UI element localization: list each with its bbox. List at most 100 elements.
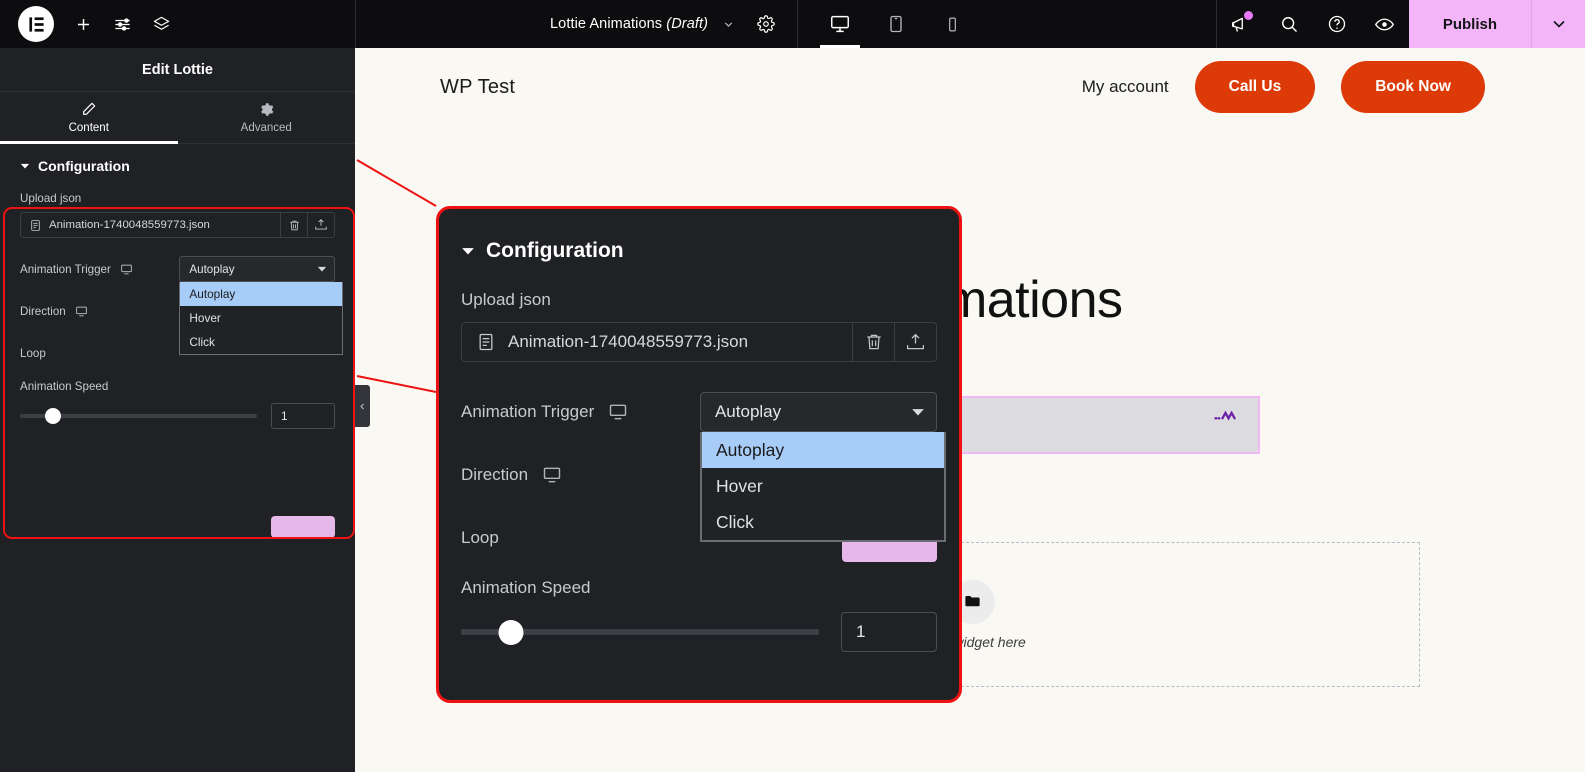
mag-delete-file-button[interactable] (852, 323, 894, 361)
elementor-left-panel: Edit Lottie Content Advanced Configurati… (0, 48, 355, 772)
top-bar-left-tools (0, 0, 355, 48)
site-nav: My account Call Us Book Now (1082, 61, 1485, 113)
slider-knob[interactable] (45, 408, 62, 424)
desktop-icon[interactable] (120, 263, 133, 276)
file-json-icon (476, 332, 496, 352)
option-hover[interactable]: Hover (180, 306, 342, 330)
document-status: (Draft) (666, 16, 709, 32)
mag-loop-label: Loop (461, 528, 499, 547)
mag-direction-label-text: Direction (461, 465, 529, 484)
magnified-configuration-panel: Configuration Upload json Animation-1740… (436, 206, 962, 703)
top-bar-divider (355, 0, 356, 48)
site-header: WP Test My account Call Us Book Now (355, 48, 1585, 126)
document-title-text: Lottie Animations (550, 16, 663, 32)
animation-trigger-label-text: Animation Trigger (20, 262, 111, 276)
gear-icon[interactable] (757, 15, 775, 33)
mag-file-name-text: Animation-1740048559773.json (508, 332, 749, 351)
mag-option-click[interactable]: Click (702, 504, 944, 540)
document-title[interactable]: Lottie Animations (Draft) (550, 16, 708, 32)
animation-trigger-select-wrap: Autoplay Autoplay Hover Click (179, 256, 344, 355)
direction-label-text: Direction (20, 304, 66, 318)
device-desktop-button[interactable] (812, 0, 868, 48)
mag-configuration-title: Configuration (486, 239, 624, 262)
mag-trigger-select-wrap: Autoplay Autoplay Hover Click (699, 392, 946, 542)
desktop-icon[interactable] (608, 402, 628, 422)
pencil-icon (81, 101, 97, 117)
publish-button[interactable]: Publish (1408, 0, 1531, 48)
animation-trigger-options: Autoplay Hover Click (179, 282, 344, 355)
publish-options-button[interactable] (1531, 0, 1585, 48)
mag-file-name-display: Animation-1740048559773.json (462, 323, 852, 361)
mag-animation-speed-control: 1 (461, 612, 937, 652)
option-click[interactable]: Click (180, 330, 342, 354)
layers-icon[interactable] (152, 15, 171, 34)
configuration-title: Configuration (38, 158, 130, 174)
search-icon[interactable] (1265, 0, 1313, 48)
mag-configuration-header[interactable]: Configuration (461, 239, 937, 263)
site-logo[interactable]: WP Test (440, 76, 515, 99)
mag-trigger-options: Autoplay Hover Click (699, 432, 946, 542)
megaphone-icon[interactable] (1217, 0, 1265, 48)
tab-content[interactable]: Content (0, 92, 178, 144)
tab-advanced[interactable]: Advanced (178, 92, 356, 143)
sliders-icon[interactable] (113, 15, 132, 34)
top-bar-right-tools: Publish (1217, 0, 1585, 48)
mag-animation-speed-value[interactable]: 1 (841, 612, 937, 652)
chevron-down-icon[interactable] (722, 18, 735, 31)
device-tablet-button[interactable] (868, 0, 924, 48)
animation-trigger-label: Animation Trigger (20, 263, 179, 276)
mag-upload-file-button[interactable] (894, 323, 936, 361)
configuration-section: Configuration Upload json Animation-1740… (0, 144, 355, 538)
delete-file-button[interactable] (280, 213, 307, 237)
upload-json-label: Upload json (20, 192, 82, 205)
mag-trigger-value: Autoplay (714, 402, 782, 421)
mag-animation-trigger-select[interactable]: Autoplay (699, 392, 937, 432)
file-name-display: Animation-1740048559773.json (21, 213, 280, 237)
mag-slider-knob[interactable] (498, 619, 524, 645)
caret-down-icon (911, 405, 925, 419)
upload-json-field[interactable]: Animation-1740048559773.json (20, 212, 335, 238)
mag-upload-json-field[interactable]: Animation-1740048559773.json (461, 322, 937, 362)
animation-speed-value[interactable]: 1 (271, 403, 335, 429)
question-circle-icon[interactable] (1313, 0, 1361, 48)
desktop-icon[interactable] (75, 305, 88, 318)
animation-speed-control: 1 (20, 403, 335, 429)
plus-icon[interactable] (74, 15, 93, 34)
mag-animation-speed-slider[interactable] (461, 619, 819, 645)
lottie-squiggle-icon (1214, 408, 1240, 424)
tab-advanced-label: Advanced (240, 121, 292, 134)
upload-file-button[interactable] (307, 213, 334, 237)
mag-animation-speed-label: Animation Speed (461, 578, 591, 597)
nav-link-my-account[interactable]: My account (1082, 77, 1169, 97)
call-us-button[interactable]: Call Us (1194, 61, 1316, 113)
mag-option-hover[interactable]: Hover (702, 468, 944, 504)
panel-collapse-handle[interactable] (355, 385, 370, 427)
elementor-logo-icon[interactable] (18, 6, 54, 42)
editor-top-bar: Lottie Animations (Draft) Publish (0, 0, 1585, 48)
document-title-area: Lottie Animations (Draft) (528, 0, 797, 48)
animation-trigger-value: Autoplay (189, 262, 235, 276)
panel-title: Edit Lottie (0, 48, 355, 92)
animation-trigger-select[interactable]: Autoplay (179, 256, 335, 282)
tab-content-label: Content (68, 122, 109, 134)
top-bar-divider-2 (797, 0, 799, 48)
book-now-button[interactable]: Book Now (1341, 61, 1485, 113)
option-autoplay[interactable]: Autoplay (180, 282, 343, 306)
device-mobile-button[interactable] (924, 0, 980, 48)
mag-animation-trigger-row: Animation Trigger Autoplay Autoplay Hove… (461, 389, 946, 542)
animation-speed-slider[interactable] (20, 408, 257, 424)
gear-icon (259, 102, 274, 117)
caret-down-icon (317, 264, 327, 274)
configuration-section-header[interactable]: Configuration (20, 158, 335, 174)
loop-toggle[interactable] (271, 516, 335, 538)
eye-icon[interactable] (1361, 0, 1409, 48)
animation-speed-label: Animation Speed (20, 380, 109, 393)
caret-down-icon (20, 161, 30, 171)
panel-tabs: Content Advanced (0, 92, 355, 144)
caret-down-icon (461, 244, 475, 258)
notification-dot (1243, 11, 1253, 20)
desktop-icon[interactable] (542, 465, 562, 485)
animation-trigger-row: Animation Trigger Autoplay Autoplay Hove… (20, 254, 344, 355)
mag-animation-trigger-label: Animation Trigger (461, 402, 700, 422)
mag-option-autoplay[interactable]: Autoplay (701, 432, 944, 468)
